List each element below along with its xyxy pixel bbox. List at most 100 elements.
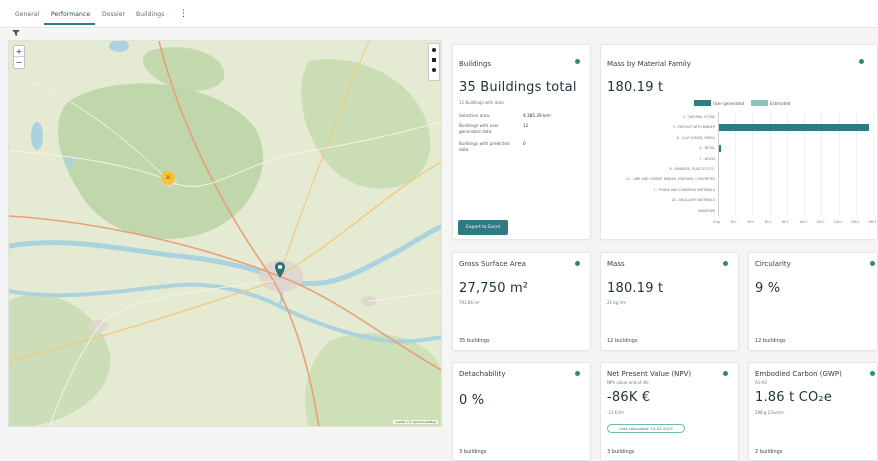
building-cluster-marker[interactable]: 30 bbox=[161, 171, 175, 185]
selection-area-value: 9,385.29 km² bbox=[523, 113, 552, 118]
tab-general[interactable]: General bbox=[15, 11, 39, 18]
status-dot-icon bbox=[575, 59, 580, 64]
chart-bar-user-generated[interactable] bbox=[718, 124, 869, 131]
status-dot-icon bbox=[723, 261, 728, 266]
npv-value: -86K € bbox=[607, 390, 651, 405]
chart-x-tick-label: 140 t bbox=[833, 220, 842, 224]
npv-desc: NPV value end of life bbox=[607, 380, 649, 385]
chart-gridline bbox=[873, 112, 874, 216]
mass-family-title: Mass by Material Family bbox=[607, 60, 691, 68]
user-data-value: 12 bbox=[523, 123, 529, 128]
buildings-card: Buildings 35 Buildings total 12 Building… bbox=[452, 44, 591, 240]
status-dot-icon bbox=[870, 261, 875, 266]
buildings-total: 35 Buildings total bbox=[459, 80, 577, 95]
gross-area-foot: 35 buildings bbox=[459, 338, 490, 344]
gross-area-title: Gross Surface Area bbox=[459, 260, 526, 268]
detachability-card: Detachability 0 % 3 buildings bbox=[452, 362, 591, 461]
carbon-foot: 2 buildings bbox=[755, 449, 783, 455]
detachability-title: Detachability bbox=[459, 370, 506, 378]
chart-y-axis bbox=[718, 112, 719, 216]
chart-category-label: 5 - METAL bbox=[699, 146, 715, 151]
mass-foot: 12 buildings bbox=[607, 338, 638, 344]
map-attribution: Leaflet | © OpenStreetMap bbox=[393, 420, 438, 424]
draw-toolbar bbox=[428, 43, 440, 81]
carbon-sub: 298 g CO₂e/m² bbox=[755, 410, 785, 415]
draw-circle-icon[interactable] bbox=[432, 48, 436, 52]
user-data-label: Buildings with user generated data bbox=[459, 123, 499, 134]
predicted-data-label: Buildings with predicted data bbox=[459, 141, 510, 152]
chart-category-label: 1 - FOAMS AND LOWERING MATERIALS bbox=[653, 187, 715, 192]
tab-dossier[interactable]: Dossier bbox=[102, 11, 125, 18]
carbon-card: Embodied Carbon (GWP) A1-A3 1.86 t CO₂e … bbox=[748, 362, 878, 461]
zoom-control: + − bbox=[13, 45, 25, 69]
carbon-title: Embodied Carbon (GWP) bbox=[755, 370, 842, 378]
chart-x-tick-label: 120 t bbox=[816, 220, 825, 224]
chart-x-tick-label: 0 kg bbox=[713, 220, 720, 224]
status-dot-icon bbox=[723, 371, 728, 376]
chart-x-tick-label: 60 t bbox=[764, 220, 771, 224]
npv-last-calculated-badge: Last calculated: 15-02-2023 bbox=[607, 424, 685, 433]
status-dot-icon bbox=[870, 371, 875, 376]
chart-category-label: 18 - ANCILLARY MATERIALS bbox=[671, 198, 715, 203]
tab-performance[interactable]: Performance bbox=[51, 11, 90, 18]
circularity-foot: 12 buildings bbox=[755, 338, 786, 344]
chart-x-tick-label: 180 t bbox=[868, 220, 877, 224]
npv-sub: -13 €/m² bbox=[607, 410, 625, 415]
filter-icon[interactable] bbox=[12, 30, 20, 36]
zoom-in-button[interactable]: + bbox=[14, 46, 24, 57]
chart-category-label: 8 - RUBBERS, PLASTICS ETC. bbox=[669, 167, 715, 171]
top-tab-bar: General Performance Dossier Buildings ⋮ bbox=[0, 0, 878, 28]
carbon-desc: A1-A3 bbox=[755, 380, 767, 385]
mass-card: Mass 180.19 t 21 kg /m² 12 buildings bbox=[600, 252, 739, 351]
selection-area-label: Selection area: bbox=[459, 113, 491, 118]
predicted-data-value: 0 bbox=[523, 141, 526, 146]
detachability-foot: 3 buildings bbox=[459, 449, 487, 455]
status-dot-icon bbox=[859, 59, 864, 64]
mass-title: Mass bbox=[607, 260, 625, 268]
map-tiles bbox=[9, 41, 441, 426]
draw-point-icon[interactable] bbox=[432, 68, 436, 72]
export-excel-button[interactable]: Export to Excel bbox=[458, 220, 508, 235]
map-view[interactable]: + − 30 Leaflet | © OpenStreetMap bbox=[8, 40, 442, 427]
chart-x-tick-label: 40 t bbox=[747, 220, 754, 224]
npv-title: Net Present Value (NPV) bbox=[607, 370, 692, 378]
gross-area-value: 27,750 m² bbox=[459, 281, 529, 296]
legend-estimated-label: Estimated bbox=[770, 101, 791, 106]
gross-area-card: Gross Surface Area 27,750 m² 793.86 m² 3… bbox=[452, 252, 591, 351]
chart-x-tick-label: 100 t bbox=[799, 220, 808, 224]
chart-x-tick-label: 160 t bbox=[850, 220, 860, 224]
mass-value: 180.19 t bbox=[607, 281, 664, 296]
mass-family-card: Mass by Material Family 180.19 t User ge… bbox=[600, 44, 878, 240]
circularity-title: Circularity bbox=[755, 260, 791, 268]
chart-category-label: 2 - NATURAL STONE bbox=[683, 115, 715, 119]
carbon-value: 1.86 t CO₂e bbox=[755, 390, 833, 405]
chart-category-label: 6 - CLAY (DRIED, FIRED) bbox=[676, 135, 715, 140]
draw-square-icon[interactable] bbox=[432, 58, 436, 62]
chart-category-label: 3 - PRECAST WITH BINDER bbox=[672, 125, 715, 130]
buildings-card-title: Buildings bbox=[459, 60, 492, 68]
status-dot-icon bbox=[575, 371, 580, 376]
circularity-value: 9 % bbox=[755, 281, 781, 296]
gross-area-sub: 793.86 m² bbox=[459, 300, 480, 305]
npv-card: Net Present Value (NPV) NPV value end of… bbox=[600, 362, 739, 461]
tab-buildings[interactable]: Buildings bbox=[136, 11, 164, 18]
chart-category-label: UNKNOWN bbox=[697, 208, 715, 213]
map-pin-icon[interactable] bbox=[275, 262, 285, 278]
detachability-value: 0 % bbox=[459, 393, 485, 408]
chart-category-label: 7 - WOOD bbox=[699, 156, 715, 161]
legend-user-swatch bbox=[694, 100, 711, 106]
mass-family-total: 180.19 t bbox=[607, 80, 664, 95]
more-options-icon[interactable]: ⋮ bbox=[179, 10, 188, 19]
active-tab-indicator bbox=[44, 23, 95, 25]
zoom-out-button[interactable]: − bbox=[14, 57, 24, 68]
chart-x-tick-label: 80 t bbox=[781, 220, 789, 224]
mass-sub: 21 kg /m² bbox=[607, 300, 627, 305]
legend-estimated-swatch bbox=[751, 100, 768, 106]
legend-user-label: User generated bbox=[713, 101, 745, 106]
circularity-card: Circularity 9 % 12 buildings bbox=[748, 252, 878, 351]
buildings-with-data: 12 Buildings with data bbox=[459, 100, 504, 105]
chart-x-tick-label: 20 t bbox=[730, 220, 737, 224]
status-dot-icon bbox=[575, 261, 580, 266]
chart-category-label: 12 - LIME AND CEMENT BINDER, MORTARS, CO… bbox=[625, 177, 715, 182]
npv-foot: 3 buildings bbox=[607, 449, 635, 455]
